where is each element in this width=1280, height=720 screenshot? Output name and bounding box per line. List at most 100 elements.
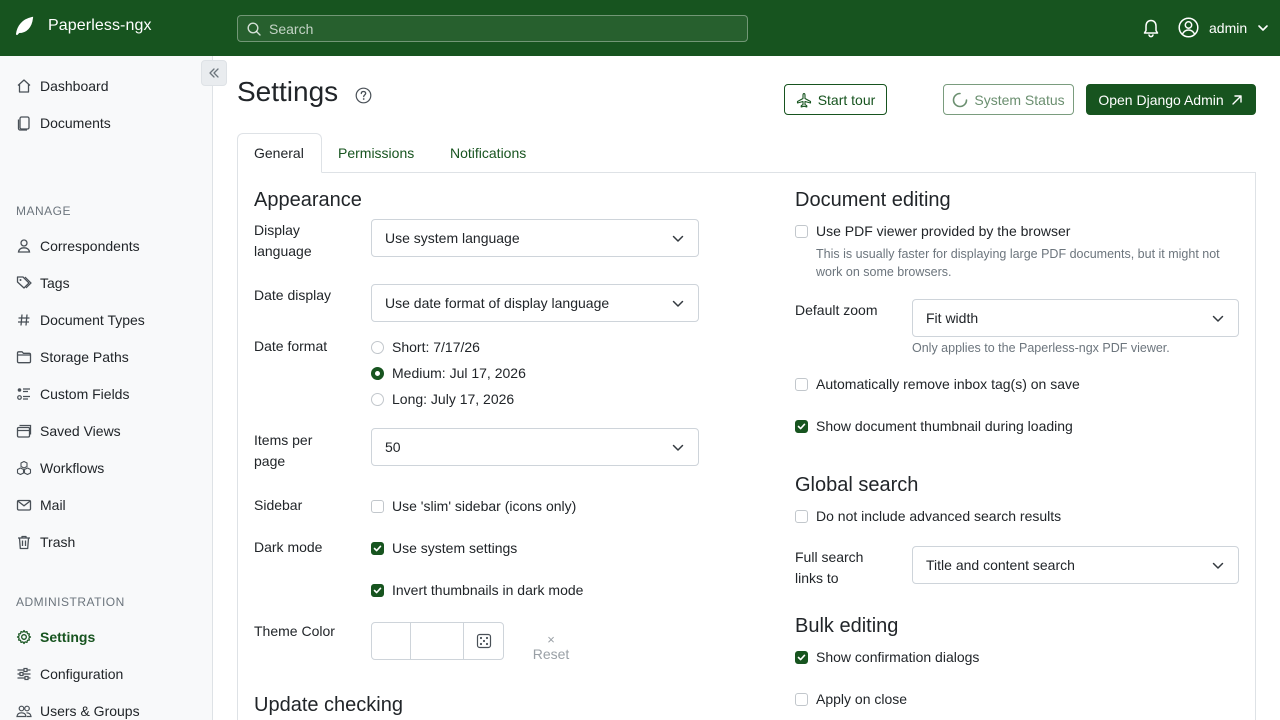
check-icon[interactable]	[371, 541, 384, 555]
theme-color-picker[interactable]	[371, 622, 504, 660]
full-search-value: Title and content search	[926, 557, 1075, 573]
date-format-short-radio[interactable]: Short: 7/17/26	[371, 339, 480, 355]
sidebar-item-documents[interactable]: Documents	[16, 113, 111, 133]
reset-theme-color-button[interactable]: × Reset	[532, 632, 570, 662]
use-pdf-viewer-checkbox[interactable]: Use PDF viewer provided by the browser	[795, 223, 1070, 239]
sidebar-item-saved-views[interactable]: Saved Views	[16, 421, 121, 441]
tab-permissions[interactable]: Permissions	[322, 133, 430, 173]
sidebar-item-label: Users & Groups	[40, 703, 140, 719]
sidebar-setting-label: Sidebar	[254, 497, 303, 513]
checkbox[interactable]	[795, 377, 808, 391]
items-per-page-select[interactable]: 50	[371, 428, 699, 466]
close-icon: ×	[547, 632, 555, 647]
color-swatch[interactable]	[372, 623, 411, 659]
color-input[interactable]	[411, 623, 464, 659]
zoom-hint: Only applies to the Paperless-ngx PDF vi…	[912, 341, 1170, 355]
sidebar-item-dashboard[interactable]: Dashboard	[16, 76, 109, 96]
invert-thumbnails-checkbox[interactable]: Invert thumbnails in dark mode	[371, 582, 583, 598]
no-advanced-search-checkbox[interactable]: Do not include advanced search results	[795, 508, 1061, 524]
administration-section-label: ADMINISTRATION	[16, 595, 125, 609]
tab-general[interactable]: General	[237, 133, 322, 173]
check-icon[interactable]	[795, 650, 808, 664]
checkbox-label: Apply on close	[816, 691, 908, 707]
document-editing-heading: Document editing	[795, 189, 951, 211]
people-icon	[16, 703, 32, 719]
pdf-viewer-hint: This is usually faster for displaying la…	[816, 247, 1220, 279]
check-icon[interactable]	[795, 419, 808, 433]
checkbox[interactable]	[371, 499, 384, 513]
chevron-down-icon	[1212, 561, 1224, 571]
checkbox[interactable]	[795, 224, 808, 238]
radio-label: Long: July 17, 2026	[392, 391, 515, 407]
page-title: Settings	[237, 76, 339, 107]
sidebar-item-label: Custom Fields	[40, 386, 130, 402]
sidebar-item-workflows[interactable]: Workflows	[16, 458, 104, 478]
show-confirmation-checkbox[interactable]: Show confirmation dialogs	[795, 649, 979, 665]
auto-remove-inbox-checkbox[interactable]: Automatically remove inbox tag(s) on sav…	[795, 376, 1080, 392]
sidebar-item-settings[interactable]: Settings	[16, 627, 95, 647]
sidebar-item-label: Storage Paths	[40, 349, 129, 365]
sidebar-item-tags[interactable]: Tags	[16, 273, 70, 293]
chevron-down-icon	[1212, 314, 1224, 324]
question-circle-icon[interactable]	[355, 87, 372, 104]
user-menu[interactable]: admin	[1178, 17, 1269, 38]
date-format-medium-radio[interactable]: Medium: Jul 17, 2026	[371, 365, 526, 381]
sidebar-item-mail[interactable]: Mail	[16, 495, 66, 515]
appearance-heading: Appearance	[254, 189, 362, 211]
display-language-select[interactable]: Use system language	[371, 219, 699, 257]
check-icon[interactable]	[371, 583, 384, 597]
full-search-select[interactable]: Title and content search	[912, 546, 1239, 584]
sidebar-item-custom-fields[interactable]: Custom Fields	[16, 384, 129, 404]
global-search[interactable]	[237, 15, 748, 42]
display-language-label: Display language	[254, 222, 312, 259]
system-status-button[interactable]: System Status	[943, 84, 1074, 115]
sidebar-item-configuration[interactable]: Configuration	[16, 664, 123, 684]
house-icon	[16, 78, 32, 94]
person-circle-icon	[1178, 17, 1199, 38]
slim-sidebar-checkbox[interactable]: Use 'slim' sidebar (icons only)	[371, 498, 576, 514]
radio-button[interactable]	[371, 340, 384, 354]
sidebar-collapse-button[interactable]	[201, 60, 227, 86]
top-navbar: Paperless-ngx admin	[0, 0, 1280, 56]
checkbox[interactable]	[795, 509, 808, 523]
date-display-select[interactable]: Use date format of display language	[371, 284, 699, 322]
date-display-label: Date display	[254, 287, 332, 303]
sliders-icon	[16, 666, 32, 682]
trash-icon	[16, 534, 32, 550]
radio-button[interactable]	[371, 366, 384, 380]
tags-icon	[16, 275, 32, 291]
sidebar-item-label: Documents	[40, 115, 111, 131]
use-system-settings-checkbox[interactable]: Use system settings	[371, 540, 517, 556]
items-per-page-label: Items per page	[254, 432, 313, 469]
leaf-logo-icon	[14, 16, 34, 36]
checkbox-label: Show confirmation dialogs	[816, 649, 980, 665]
radio-button[interactable]	[371, 392, 384, 406]
start-tour-button[interactable]: Start tour	[784, 84, 887, 115]
arrow-up-right-icon	[1230, 93, 1244, 107]
date-format-long-radio[interactable]: Long: July 17, 2026	[371, 391, 514, 407]
sidebar-item-users-groups[interactable]: Users & Groups	[16, 701, 140, 720]
sidebar-item-document-types[interactable]: Document Types	[16, 310, 145, 330]
dice-icon[interactable]	[464, 623, 503, 659]
sidebar-item-label: Tags	[40, 275, 70, 291]
start-tour-label: Start tour	[817, 91, 876, 108]
display-language-value: Use system language	[385, 230, 520, 246]
sidebar-item-correspondents[interactable]: Correspondents	[16, 236, 140, 256]
chevron-down-icon	[672, 299, 684, 309]
apply-on-close-checkbox[interactable]: Apply on close	[795, 691, 907, 707]
sidebar-item-trash[interactable]: Trash	[16, 532, 75, 552]
tab-notifications[interactable]: Notifications	[434, 133, 542, 173]
sidebar-item-storage-paths[interactable]: Storage Paths	[16, 347, 129, 367]
search-icon	[247, 21, 261, 36]
open-django-admin-button[interactable]: Open Django Admin	[1086, 84, 1256, 115]
airplane-icon	[796, 92, 812, 108]
search-input[interactable]	[269, 20, 729, 37]
default-zoom-select[interactable]: Fit width	[912, 299, 1239, 337]
checkbox[interactable]	[795, 692, 808, 706]
ui-radios-icon	[16, 386, 32, 402]
brand[interactable]: Paperless-ngx	[14, 16, 152, 36]
chevron-down-icon	[672, 443, 684, 453]
bell-icon[interactable]	[1141, 18, 1161, 38]
reset-label: Reset	[532, 646, 570, 662]
show-thumbnail-checkbox[interactable]: Show document thumbnail during loading	[795, 418, 1073, 434]
